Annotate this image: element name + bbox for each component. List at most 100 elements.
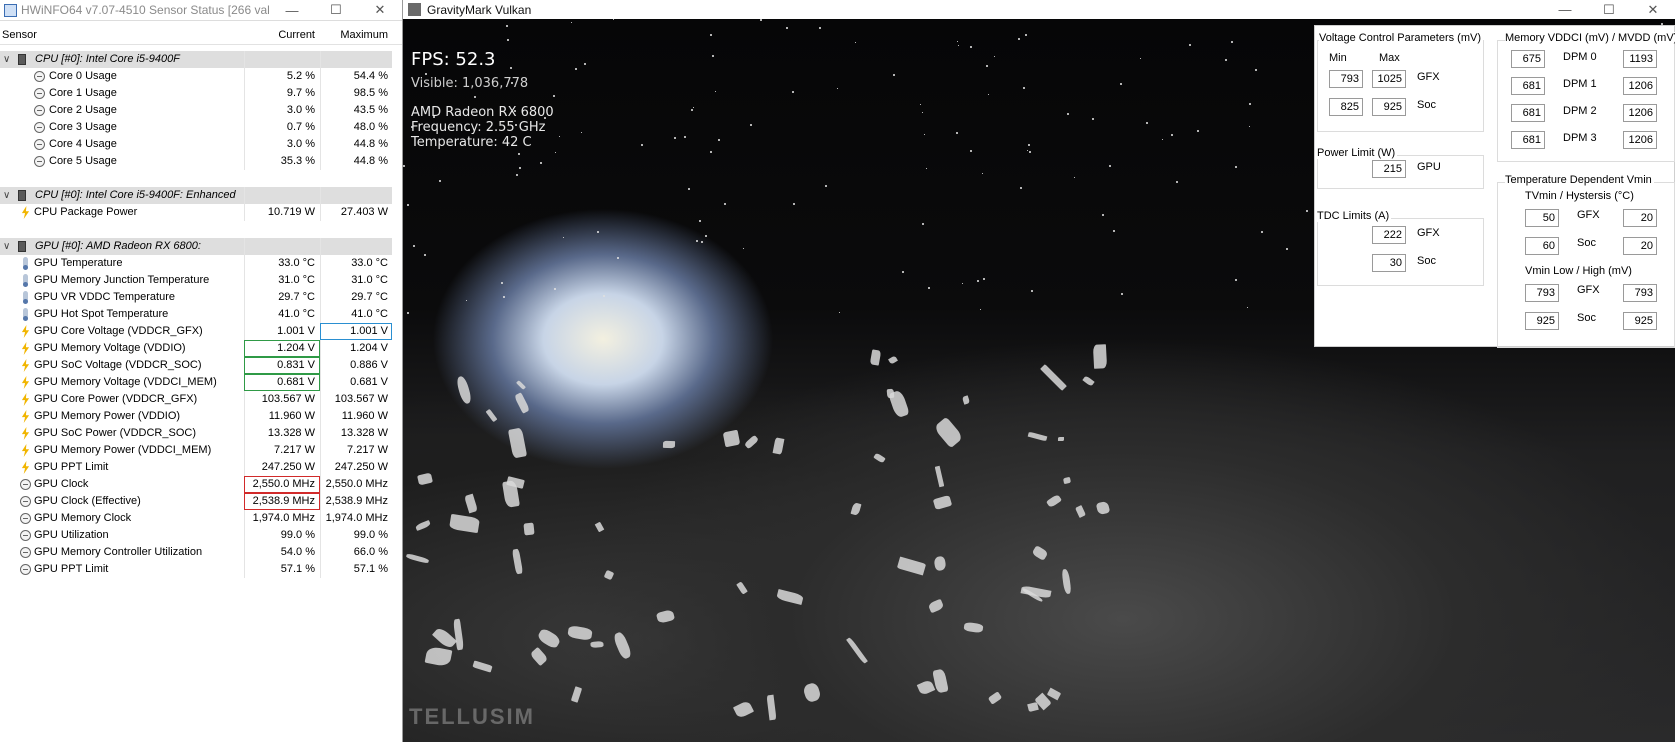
star — [693, 107, 694, 108]
star — [507, 39, 509, 41]
star — [750, 124, 752, 126]
maximize-icon[interactable]: ☐ — [314, 0, 358, 20]
sensor-row[interactable]: GPU Temperature 33.0 °C 33.0 °C — [0, 255, 396, 272]
sensor-row[interactable]: CPU Package Power 10.719 W 27.403 W — [0, 204, 396, 221]
sensor-row[interactable]: GPU Memory Clock 1,974.0 MHz 1,974.0 MHz — [0, 510, 396, 527]
chevron-down-icon[interactable]: ∨ — [3, 187, 10, 204]
dpm-vddci-input[interactable]: 681 — [1511, 131, 1545, 149]
vm-soc-high-input[interactable]: 925 — [1623, 312, 1657, 330]
sensor-row[interactable]: GPU Utilization 99.0 % 99.0 % — [0, 527, 396, 544]
sensor-current: 0.7 % — [244, 119, 320, 136]
sensor-row[interactable]: GPU Memory Voltage (VDDCI_MEM) 0.681 V 0.6… — [0, 374, 396, 391]
sensor-group-row[interactable]: ∨ CPU [#0]: Intel Core i5-9400F: Enhanced — [0, 187, 396, 204]
sensor-label-cell: Core 2 Usage — [0, 102, 244, 119]
vm-gfx-high-input[interactable]: 793 — [1623, 284, 1657, 302]
vm-soc-low-input[interactable]: 925 — [1525, 312, 1559, 330]
column-current[interactable]: Current — [244, 27, 320, 44]
sensor-name: Core 1 Usage — [49, 87, 117, 99]
sensor-row[interactable]: Core 1 Usage 9.7 % 98.5 % — [0, 85, 396, 102]
sensor-maximum: 1,974.0 MHz — [320, 510, 392, 527]
dpm-vddci-input[interactable]: 681 — [1511, 104, 1545, 122]
star — [980, 309, 981, 310]
sensor-row[interactable]: GPU PPT Limit 57.1 % 57.1 % — [0, 561, 396, 578]
sensor-row[interactable]: Core 0 Usage 5.2 % 54.4 % — [0, 68, 396, 85]
sensor-current: 7.217 W — [244, 442, 320, 459]
sensor-row[interactable]: GPU Hot Spot Temperature 41.0 °C 41.0 °C — [0, 306, 396, 323]
asteroid — [603, 569, 615, 581]
sensor-row[interactable]: GPU Memory Power (VDDIO) 11.960 W 11.960 W — [0, 408, 396, 425]
sensor-group-row[interactable]: ∨ GPU [#0]: AMD Radeon RX 6800: — [0, 238, 396, 255]
star — [825, 185, 827, 187]
sensor-row[interactable]: GPU Clock 2,550.0 MHz 2,550.0 MHz — [0, 476, 396, 493]
tdc-soc-input[interactable]: 30 — [1372, 254, 1406, 272]
clock-icon — [20, 547, 31, 558]
sensor-row[interactable]: GPU Memory Power (VDDCI_MEM) 7.217 W 7.217… — [0, 442, 396, 459]
asteroid — [1095, 500, 1111, 516]
vcp-gfx-max-input[interactable]: 1025 — [1372, 70, 1406, 88]
sensor-current: 2,538.9 MHz — [244, 493, 320, 510]
dpm-mvdd-input[interactable]: 1206 — [1623, 104, 1657, 122]
sensor-row[interactable]: GPU VR VDDC Temperature 29.7 °C 29.7 °C — [0, 289, 396, 306]
group-title: CPU [#0]: Intel Core i5-9400F — [35, 53, 180, 65]
star — [403, 165, 405, 167]
dpm-vddci-input[interactable]: 681 — [1511, 77, 1545, 95]
tv-gfx-temp-input[interactable]: 50 — [1525, 209, 1559, 227]
star — [920, 104, 921, 105]
vmin-title: Vmin Low / High (mV) — [1525, 265, 1632, 277]
dpm-mvdd-input[interactable]: 1206 — [1623, 77, 1657, 95]
sensor-row[interactable]: Core 5 Usage 35.3 % 44.8 % — [0, 153, 396, 170]
vcp-soc-max-input[interactable]: 925 — [1372, 98, 1406, 116]
asteroid — [455, 375, 473, 405]
asteroid — [873, 452, 886, 464]
chevron-down-icon[interactable]: ∨ — [3, 238, 10, 255]
sensor-row[interactable]: GPU Memory Controller Utilization 54.0 % 6… — [0, 544, 396, 561]
column-sensor[interactable]: Sensor — [0, 27, 244, 44]
minimize-icon[interactable]: — — [1543, 0, 1587, 20]
asteroid — [1040, 364, 1067, 391]
sensor-row[interactable]: GPU Memory Voltage (VDDIO) 1.204 V 1.204 V — [0, 340, 396, 357]
asteroid — [932, 494, 953, 511]
power-gpu-input[interactable]: 215 — [1372, 160, 1406, 178]
sensor-maximum: 66.0 % — [320, 544, 392, 561]
sensor-row[interactable]: GPU PPT Limit 247.250 W 247.250 W — [0, 459, 396, 476]
sensor-current: 3.0 % — [244, 136, 320, 153]
sensor-group-row[interactable]: ∨ CPU [#0]: Intel Core i5-9400F — [0, 51, 396, 68]
sensor-row[interactable]: Core 4 Usage 3.0 % 44.8 % — [0, 136, 396, 153]
sensor-maximum: 2,538.9 MHz — [320, 493, 392, 510]
vm-gfx-low-input[interactable]: 793 — [1525, 284, 1559, 302]
sensor-row[interactable]: GPU Clock (Effective) 2,538.9 MHz 2,538.9 … — [0, 493, 396, 510]
star — [1171, 134, 1173, 136]
tv-soc-hyst-input[interactable]: 20 — [1623, 237, 1657, 255]
sensor-row[interactable]: GPU SoC Power (VDDCR_SOC) 13.328 W 13.328 … — [0, 425, 396, 442]
dpm-mvdd-input[interactable]: 1193 — [1623, 50, 1657, 68]
close-icon[interactable]: ✕ — [1631, 0, 1675, 20]
sensor-row[interactable]: Core 2 Usage 3.0 % 43.5 % — [0, 102, 396, 119]
sensor-maximum: 0.886 V — [320, 357, 392, 374]
vcp-soc-min-input[interactable]: 825 — [1329, 98, 1363, 116]
dpm-vddci-input[interactable]: 675 — [1511, 50, 1545, 68]
asteroid — [513, 392, 531, 414]
gravitymark-titlebar[interactable]: GravityMark Vulkan — ☐ ✕ — [403, 0, 1675, 19]
hwinfo-titlebar[interactable]: HWiNFO64 v7.07-4510 Sensor Status [266 v… — [0, 0, 402, 21]
tv-soc-temp-input[interactable]: 60 — [1525, 237, 1559, 255]
sensor-row[interactable]: GPU Core Power (VDDCR_GFX) 103.567 W 103.5… — [0, 391, 396, 408]
tv-gfx-hyst-input[interactable]: 20 — [1623, 209, 1657, 227]
column-maximum[interactable]: Maximum — [320, 27, 392, 44]
vcp-gfx-min-input[interactable]: 793 — [1329, 70, 1363, 88]
maximize-icon[interactable]: ☐ — [1587, 0, 1631, 20]
dpm-mvdd-input[interactable]: 1206 — [1623, 131, 1657, 149]
lightning-icon — [21, 393, 30, 406]
star — [839, 312, 840, 313]
sensor-row[interactable]: Core 3 Usage 0.7 % 48.0 % — [0, 119, 396, 136]
thermometer-icon — [23, 257, 28, 270]
sensor-row[interactable]: GPU SoC Voltage (VDDCR_SOC) 0.831 V 0.886 … — [0, 357, 396, 374]
sensor-row[interactable]: GPU Core Voltage (VDDCR_GFX) 1.001 V 1.001… — [0, 323, 396, 340]
close-icon[interactable]: ✕ — [358, 0, 402, 20]
chevron-down-icon[interactable]: ∨ — [3, 51, 10, 68]
asteroid — [612, 630, 633, 661]
star — [977, 280, 979, 282]
sensor-row[interactable]: GPU Memory Junction Temperature 31.0 °C 31… — [0, 272, 396, 289]
asteroid — [1082, 375, 1095, 387]
minimize-icon[interactable]: — — [270, 0, 314, 20]
tdc-gfx-input[interactable]: 222 — [1372, 226, 1406, 244]
